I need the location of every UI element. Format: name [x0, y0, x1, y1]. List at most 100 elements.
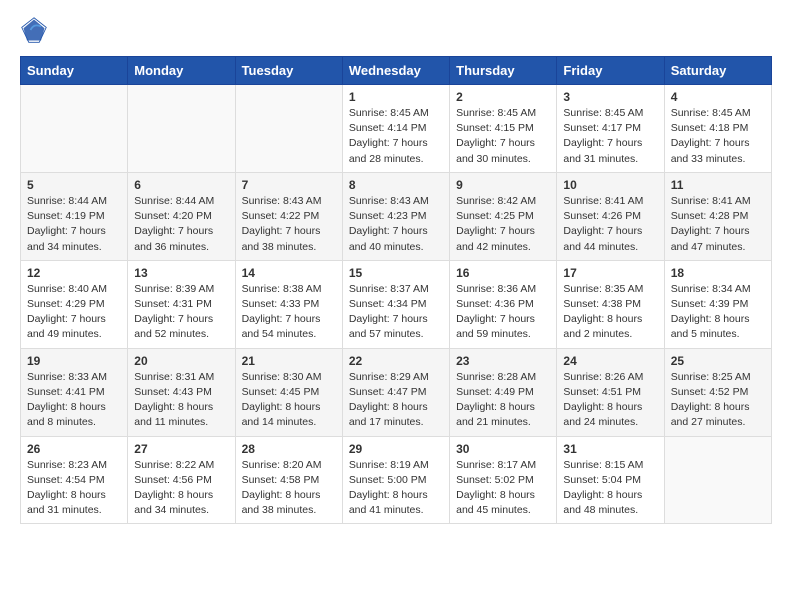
calendar-cell: 31 Sunrise: 8:15 AM Sunset: 5:04 PM Dayli… [557, 436, 664, 524]
calendar-cell: 16Sunrise: 8:36 AM Sunset: 4:36 PM Dayli… [450, 260, 557, 348]
day-info: Sunrise: 8:39 AM Sunset: 4:31 PM Dayligh… [134, 282, 228, 343]
day-number: 3 [563, 90, 657, 104]
header-day-saturday: Saturday [664, 57, 771, 85]
day-info: Sunrise: 8:35 AM Sunset: 4:38 PM Dayligh… [563, 282, 657, 343]
calendar-cell [128, 85, 235, 173]
calendar-body: 1 Sunrise: 8:45 AM Sunset: 4:14 PM Daylig… [21, 85, 772, 524]
calendar-cell: 26 Sunrise: 8:23 AM Sunset: 4:54 PM Dayli… [21, 436, 128, 524]
day-number: 2 [456, 90, 550, 104]
day-number: 22 [349, 354, 443, 368]
day-number: 21 [242, 354, 336, 368]
day-number: 9 [456, 178, 550, 192]
day-number: 6 [134, 178, 228, 192]
day-info: Sunrise: 8:43 AM Sunset: 4:22 PM Dayligh… [242, 194, 336, 255]
day-number: 31 [563, 442, 657, 456]
day-info: Sunrise: 8:40 AM Sunset: 4:29 PM Dayligh… [27, 282, 121, 343]
calendar-cell: 23 Sunrise: 8:28 AM Sunset: 4:49 PM Dayli… [450, 348, 557, 436]
calendar-cell: 11Sunrise: 8:41 AM Sunset: 4:28 PM Dayli… [664, 172, 771, 260]
day-info: Sunrise: 8:45 AM Sunset: 4:15 PM Dayligh… [456, 106, 550, 167]
calendar-cell: 1 Sunrise: 8:45 AM Sunset: 4:14 PM Daylig… [342, 85, 449, 173]
day-number: 19 [27, 354, 121, 368]
day-number: 25 [671, 354, 765, 368]
calendar-cell [21, 85, 128, 173]
header-day-wednesday: Wednesday [342, 57, 449, 85]
calendar-table: SundayMondayTuesdayWednesdayThursdayFrid… [20, 56, 772, 524]
header-day-tuesday: Tuesday [235, 57, 342, 85]
day-info: Sunrise: 8:36 AM Sunset: 4:36 PM Dayligh… [456, 282, 550, 343]
day-info: Sunrise: 8:25 AM Sunset: 4:52 PM Dayligh… [671, 370, 765, 431]
day-info: Sunrise: 8:45 AM Sunset: 4:17 PM Dayligh… [563, 106, 657, 167]
day-number: 30 [456, 442, 550, 456]
day-info: Sunrise: 8:44 AM Sunset: 4:19 PM Dayligh… [27, 194, 121, 255]
day-info: Sunrise: 8:22 AM Sunset: 4:56 PM Dayligh… [134, 458, 228, 519]
day-number: 18 [671, 266, 765, 280]
logo-icon [20, 16, 48, 44]
logo [20, 16, 52, 44]
calendar-cell: 2 Sunrise: 8:45 AM Sunset: 4:15 PM Daylig… [450, 85, 557, 173]
day-info: Sunrise: 8:26 AM Sunset: 4:51 PM Dayligh… [563, 370, 657, 431]
header-day-monday: Monday [128, 57, 235, 85]
day-info: Sunrise: 8:28 AM Sunset: 4:49 PM Dayligh… [456, 370, 550, 431]
day-info: Sunrise: 8:15 AM Sunset: 5:04 PM Dayligh… [563, 458, 657, 519]
calendar-cell: 21 Sunrise: 8:30 AM Sunset: 4:45 PM Dayli… [235, 348, 342, 436]
calendar-cell: 20 Sunrise: 8:31 AM Sunset: 4:43 PM Dayli… [128, 348, 235, 436]
calendar-cell [235, 85, 342, 173]
day-info: Sunrise: 8:42 AM Sunset: 4:25 PM Dayligh… [456, 194, 550, 255]
day-info: Sunrise: 8:45 AM Sunset: 4:14 PM Dayligh… [349, 106, 443, 167]
calendar-cell: 3 Sunrise: 8:45 AM Sunset: 4:17 PM Daylig… [557, 85, 664, 173]
day-number: 15 [349, 266, 443, 280]
calendar-cell: 8 Sunrise: 8:43 AM Sunset: 4:23 PM Daylig… [342, 172, 449, 260]
week-row-1: 5Sunrise: 8:44 AM Sunset: 4:19 PM Daylig… [21, 172, 772, 260]
week-row-0: 1 Sunrise: 8:45 AM Sunset: 4:14 PM Daylig… [21, 85, 772, 173]
day-number: 29 [349, 442, 443, 456]
week-row-4: 26 Sunrise: 8:23 AM Sunset: 4:54 PM Dayli… [21, 436, 772, 524]
calendar-cell: 18Sunrise: 8:34 AM Sunset: 4:39 PM Dayli… [664, 260, 771, 348]
calendar-header: SundayMondayTuesdayWednesdayThursdayFrid… [21, 57, 772, 85]
day-info: Sunrise: 8:20 AM Sunset: 4:58 PM Dayligh… [242, 458, 336, 519]
calendar-cell: 30Sunrise: 8:17 AM Sunset: 5:02 PM Dayli… [450, 436, 557, 524]
day-number: 10 [563, 178, 657, 192]
header-day-sunday: Sunday [21, 57, 128, 85]
day-number: 13 [134, 266, 228, 280]
day-number: 4 [671, 90, 765, 104]
day-info: Sunrise: 8:41 AM Sunset: 4:28 PM Dayligh… [671, 194, 765, 255]
day-number: 1 [349, 90, 443, 104]
day-info: Sunrise: 8:37 AM Sunset: 4:34 PM Dayligh… [349, 282, 443, 343]
day-number: 28 [242, 442, 336, 456]
page: SundayMondayTuesdayWednesdayThursdayFrid… [0, 0, 792, 540]
day-info: Sunrise: 8:43 AM Sunset: 4:23 PM Dayligh… [349, 194, 443, 255]
day-number: 12 [27, 266, 121, 280]
day-number: 17 [563, 266, 657, 280]
calendar-cell: 6 Sunrise: 8:44 AM Sunset: 4:20 PM Daylig… [128, 172, 235, 260]
calendar-cell: 28 Sunrise: 8:20 AM Sunset: 4:58 PM Dayli… [235, 436, 342, 524]
day-info: Sunrise: 8:41 AM Sunset: 4:26 PM Dayligh… [563, 194, 657, 255]
week-row-2: 12 Sunrise: 8:40 AM Sunset: 4:29 PM Dayli… [21, 260, 772, 348]
week-row-3: 19Sunrise: 8:33 AM Sunset: 4:41 PM Dayli… [21, 348, 772, 436]
calendar-cell: 22Sunrise: 8:29 AM Sunset: 4:47 PM Dayli… [342, 348, 449, 436]
day-info: Sunrise: 8:30 AM Sunset: 4:45 PM Dayligh… [242, 370, 336, 431]
header [20, 16, 772, 44]
calendar-cell: 13 Sunrise: 8:39 AM Sunset: 4:31 PM Dayli… [128, 260, 235, 348]
header-row: SundayMondayTuesdayWednesdayThursdayFrid… [21, 57, 772, 85]
calendar-cell: 24Sunrise: 8:26 AM Sunset: 4:51 PM Dayli… [557, 348, 664, 436]
day-number: 7 [242, 178, 336, 192]
calendar-cell: 15 Sunrise: 8:37 AM Sunset: 4:34 PM Dayli… [342, 260, 449, 348]
calendar-cell: 17 Sunrise: 8:35 AM Sunset: 4:38 PM Dayli… [557, 260, 664, 348]
day-number: 20 [134, 354, 228, 368]
header-day-friday: Friday [557, 57, 664, 85]
calendar-cell: 25 Sunrise: 8:25 AM Sunset: 4:52 PM Dayli… [664, 348, 771, 436]
calendar-cell: 19Sunrise: 8:33 AM Sunset: 4:41 PM Dayli… [21, 348, 128, 436]
calendar-cell: 29Sunrise: 8:19 AM Sunset: 5:00 PM Dayli… [342, 436, 449, 524]
calendar-cell: 7 Sunrise: 8:43 AM Sunset: 4:22 PM Daylig… [235, 172, 342, 260]
day-number: 27 [134, 442, 228, 456]
day-number: 26 [27, 442, 121, 456]
day-info: Sunrise: 8:23 AM Sunset: 4:54 PM Dayligh… [27, 458, 121, 519]
day-number: 23 [456, 354, 550, 368]
calendar-cell: 9 Sunrise: 8:42 AM Sunset: 4:25 PM Daylig… [450, 172, 557, 260]
day-info: Sunrise: 8:31 AM Sunset: 4:43 PM Dayligh… [134, 370, 228, 431]
calendar-cell: 27 Sunrise: 8:22 AM Sunset: 4:56 PM Dayli… [128, 436, 235, 524]
calendar-cell: 14Sunrise: 8:38 AM Sunset: 4:33 PM Dayli… [235, 260, 342, 348]
day-info: Sunrise: 8:44 AM Sunset: 4:20 PM Dayligh… [134, 194, 228, 255]
calendar-cell: 12 Sunrise: 8:40 AM Sunset: 4:29 PM Dayli… [21, 260, 128, 348]
day-number: 8 [349, 178, 443, 192]
